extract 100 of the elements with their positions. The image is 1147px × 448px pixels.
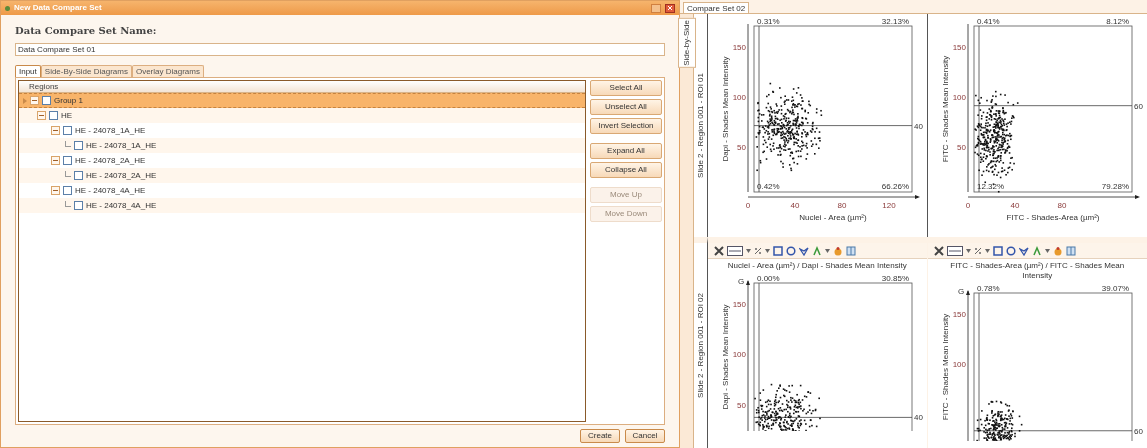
- collapse-icon[interactable]: [37, 111, 46, 120]
- tab[interactable]: Input: [15, 65, 41, 77]
- quadrant-percentage: 66.26%: [881, 182, 909, 191]
- collapse-icon[interactable]: [51, 126, 60, 135]
- checkbox[interactable]: [49, 111, 58, 120]
- y-tick-label: 100: [952, 360, 966, 370]
- checkbox[interactable]: [63, 126, 72, 135]
- percent-icon[interactable]: [973, 246, 982, 255]
- quadrant-percentage: 0.00%: [757, 274, 780, 283]
- dropdown-caret-icon[interactable]: [825, 248, 830, 253]
- x-tick-label: 40: [1010, 201, 1019, 210]
- gate-icon[interactable]: [946, 245, 963, 256]
- gate-label: 60: [1133, 101, 1143, 111]
- rectangle-icon[interactable]: [992, 245, 1003, 256]
- y-tick-label: 150: [952, 310, 966, 319]
- tree-item-label: Group 1: [54, 94, 83, 107]
- y-axis-label: Dapi - Shades Mean Intensity: [721, 304, 730, 410]
- x-tick-label: 0: [745, 201, 751, 210]
- data-points-drawing: [754, 383, 821, 431]
- dropdown-caret-icon[interactable]: [746, 248, 751, 253]
- collapse-icon[interactable]: [30, 96, 39, 105]
- axis-mark: G: [738, 277, 745, 286]
- side-button[interactable]: Collapse All: [590, 162, 662, 178]
- x-tick-label: 120: [882, 201, 896, 210]
- dropdown-caret-icon[interactable]: [984, 248, 990, 253]
- row-label: Slide 2 - Region 001 - ROI 01: [694, 73, 706, 178]
- y-tick-label: 150: [952, 43, 966, 52]
- x-tick-label: 80: [1057, 201, 1066, 210]
- window-title: New Data Compare Set: [14, 2, 102, 14]
- y-tick-label: 100: [732, 350, 746, 360]
- y-tick-label: 50: [737, 142, 746, 152]
- checkbox[interactable]: [74, 171, 83, 180]
- tree-item-label: HE - 24078_1A_HE: [75, 124, 146, 137]
- rectangle-icon[interactable]: [773, 245, 783, 256]
- x-tick-label: 80: [837, 201, 847, 210]
- checkbox[interactable]: [63, 156, 72, 165]
- tree-item-label: HE - 24078_2A_HE: [75, 154, 146, 167]
- collapse-icon[interactable]: [51, 156, 60, 165]
- quadrant-percentage: 32.13%: [881, 17, 909, 26]
- polygon-icon[interactable]: [1018, 245, 1029, 256]
- tab[interactable]: Side-By-Side Diagrams: [40, 65, 132, 77]
- tree-row[interactable]: HE: [19, 108, 585, 123]
- checkbox[interactable]: [63, 186, 72, 195]
- y-axis-label: FITC - Shades Mean Intensity: [940, 55, 950, 163]
- percent-icon[interactable]: [754, 246, 762, 255]
- quadrant-percentage: 8.12%: [1105, 17, 1129, 26]
- tools-icon[interactable]: [714, 245, 724, 256]
- checkbox[interactable]: [74, 141, 83, 150]
- ellipse-icon[interactable]: [786, 245, 796, 256]
- dropdown-caret-icon[interactable]: [765, 248, 770, 253]
- y-tick-label: 150: [732, 300, 746, 309]
- quadrant-percentage: 30.85%: [881, 274, 909, 283]
- polygon-icon[interactable]: [799, 245, 809, 256]
- side-button[interactable]: Expand All: [590, 143, 662, 159]
- quadrant-percentage: 79.28%: [1101, 182, 1129, 191]
- panel-icon[interactable]: [846, 245, 856, 256]
- gate-icon[interactable]: [727, 245, 743, 256]
- collapse-icon[interactable]: [51, 186, 60, 195]
- dropdown-caret-icon[interactable]: [1044, 248, 1050, 253]
- tab[interactable]: Overlay Diagrams: [131, 65, 204, 77]
- tree-branch-icon: [65, 140, 71, 147]
- tree-branch-icon: [65, 200, 71, 207]
- name-field[interactable]: Data Compare Set 01: [15, 43, 665, 56]
- tree-row[interactable]: HE - 24078_1A_HE: [19, 138, 585, 153]
- checkbox[interactable]: [74, 201, 83, 210]
- side-button[interactable]: Unselect All: [590, 99, 662, 115]
- y-tick-label: 50: [737, 400, 746, 410]
- window-icon: [5, 5, 10, 11]
- tree-item-label: HE - 24078_2A_HE: [86, 169, 157, 182]
- tree-item-label: HE - 24078_1A_HE: [86, 139, 157, 152]
- data-points-drawing: [975, 400, 1022, 441]
- row-label: Slide 2 - Region 001 - ROI 02: [694, 293, 706, 398]
- tree-row[interactable]: HE - 24078_4A_HE: [19, 198, 585, 213]
- x-axis-label: Nuclei - Area (µm²): [799, 213, 867, 222]
- tree-branch-icon: [65, 170, 71, 177]
- quadrant-percentage: 12.32%: [976, 182, 1004, 191]
- plot-title: Nuclei - Area (µm²) / Dapi - Shades Mean Intensity: [726, 261, 908, 271]
- panel-icon[interactable]: [1065, 245, 1076, 256]
- dropdown-caret-icon[interactable]: [965, 248, 971, 253]
- tree-item-label: HE - 24078_4A_HE: [75, 184, 146, 197]
- footer-button[interactable]: Create: [580, 429, 620, 443]
- gate-label: 40: [914, 121, 923, 131]
- y-tick-label: 150: [732, 43, 746, 52]
- gate-label: 60: [1133, 426, 1143, 436]
- tree-row[interactable]: Group 1: [19, 93, 585, 108]
- gate-label: 40: [914, 413, 923, 423]
- ellipse-icon[interactable]: [1005, 245, 1016, 256]
- footer-button[interactable]: Cancel: [625, 429, 665, 443]
- x-tick-label: 40: [790, 201, 800, 210]
- tree-row[interactable]: HE - 24078_2A_HE: [19, 168, 585, 183]
- name-label: Data Compare Set Name:: [15, 24, 158, 38]
- quadrant-percentage: 0.31%: [757, 17, 780, 26]
- tree-item-label: HE: [61, 109, 73, 122]
- y-axis-label: FITC - Shades Mean Intensity: [940, 313, 950, 421]
- side-button[interactable]: Select All: [590, 80, 662, 96]
- checkbox[interactable]: [42, 96, 51, 105]
- side-button[interactable]: Invert Selection: [590, 118, 662, 134]
- y-tick-label: 50: [956, 142, 966, 152]
- tools-icon[interactable]: [933, 245, 944, 256]
- x-tick-label: 0: [965, 201, 970, 210]
